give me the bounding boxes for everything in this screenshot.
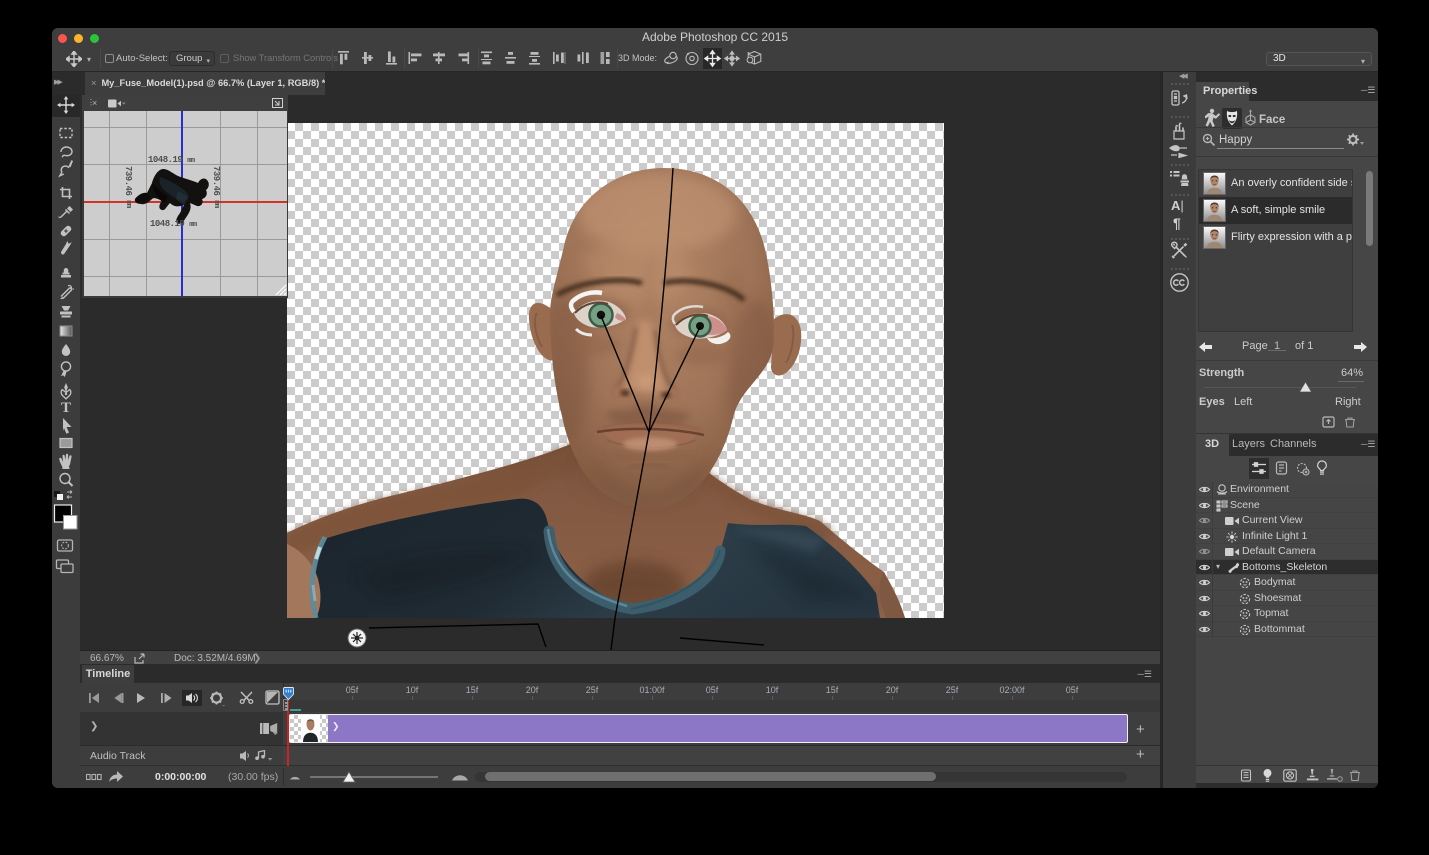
svg-text:T: T — [61, 400, 71, 416]
